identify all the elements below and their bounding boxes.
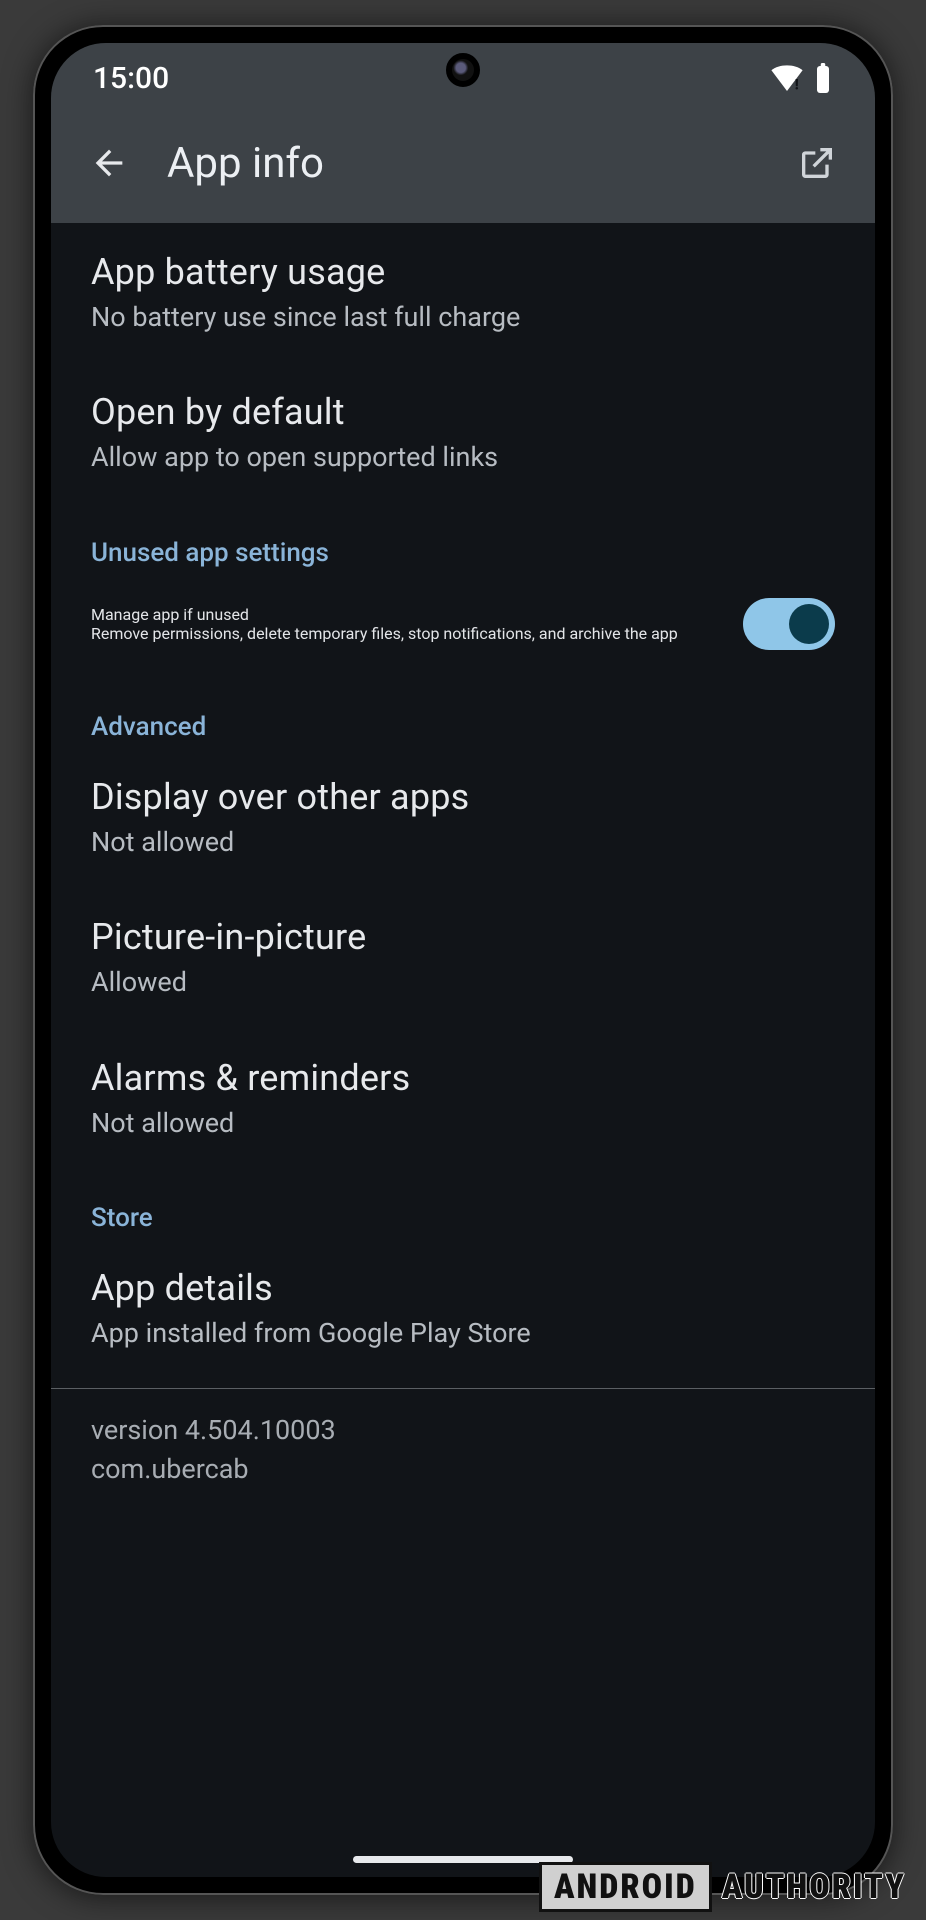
watermark-part-a: ANDROID — [539, 1862, 712, 1912]
row-subtitle: Allowed — [91, 964, 835, 1000]
open-external-button[interactable] — [789, 135, 845, 191]
app-meta: version 4.504.10003 com.ubercab — [51, 1389, 875, 1529]
row-display-over-apps[interactable]: Display over other apps Not allowed — [51, 748, 875, 888]
status-icons: ! — [771, 63, 833, 93]
page-title: App info — [167, 139, 759, 188]
device-frame: 15:00 ! App info — [33, 25, 893, 1895]
screen: 15:00 ! App info — [51, 43, 875, 1877]
watermark-part-b: AUTHORITY — [712, 1865, 916, 1909]
row-title: Display over other apps — [91, 776, 835, 818]
section-advanced: Advanced — [51, 678, 875, 748]
battery-icon — [813, 63, 833, 93]
row-title: Alarms & reminders — [91, 1057, 835, 1099]
back-button[interactable] — [81, 135, 137, 191]
row-app-details[interactable]: App details App installed from Google Pl… — [51, 1239, 875, 1373]
clock: 15:00 — [93, 61, 169, 96]
row-picture-in-picture[interactable]: Picture-in-picture Allowed — [51, 888, 875, 1028]
row-app-battery-usage[interactable]: App battery usage No battery use since l… — [51, 223, 875, 363]
app-version: version 4.504.10003 — [91, 1411, 835, 1450]
row-subtitle: Allow app to open supported links — [91, 439, 835, 475]
row-manage-unused[interactable]: Manage app if unused Remove permissions,… — [51, 574, 875, 678]
section-store: Store — [51, 1169, 875, 1239]
camera-hole — [446, 53, 480, 87]
row-subtitle: Not allowed — [91, 1105, 835, 1141]
row-title: App details — [91, 1267, 835, 1309]
row-title: Manage app if unused — [91, 605, 719, 624]
row-subtitle: Remove permissions, delete temporary fil… — [91, 624, 719, 643]
app-bar: App info — [51, 113, 875, 223]
row-title: App battery usage — [91, 251, 835, 293]
toggle-knob — [789, 604, 829, 644]
open-in-new-icon — [797, 143, 837, 183]
app-package: com.ubercab — [91, 1450, 835, 1489]
row-subtitle: App installed from Google Play Store — [91, 1315, 835, 1351]
row-open-by-default[interactable]: Open by default Allow app to open suppor… — [51, 363, 875, 503]
row-subtitle: Not allowed — [91, 824, 835, 860]
wifi-icon: ! — [771, 65, 803, 91]
manage-unused-toggle[interactable] — [743, 598, 835, 650]
arrow-left-icon — [89, 143, 129, 183]
row-alarms-reminders[interactable]: Alarms & reminders Not allowed — [51, 1029, 875, 1169]
section-unused: Unused app settings — [51, 504, 875, 574]
svg-text:!: ! — [795, 78, 799, 91]
watermark: ANDROID AUTHORITY — [539, 1862, 916, 1912]
content: App battery usage No battery use since l… — [51, 223, 875, 1877]
row-title: Open by default — [91, 391, 835, 433]
row-title: Picture-in-picture — [91, 916, 835, 958]
row-subtitle: No battery use since last full charge — [91, 299, 835, 335]
